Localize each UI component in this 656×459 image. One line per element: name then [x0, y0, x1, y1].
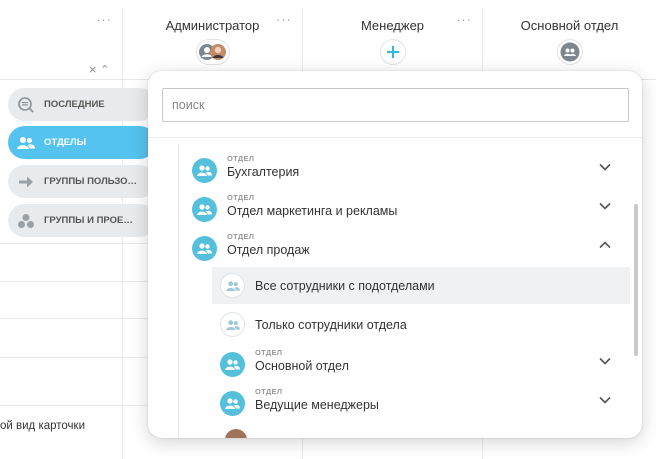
sidebar-item-label: ГРУППЫ ПОЛЬЗО…	[44, 176, 138, 187]
department-outline-icon	[220, 312, 245, 337]
sidebar-item-groups-projects[interactable]: ГРУППЫ И ПРОЕ…	[8, 204, 156, 237]
option-label: Только сотрудники отдела	[255, 318, 407, 332]
department-selector-popup: ОТДЕЛ Бухгалтерия ОТДЕЛ Отдел маркетинга…	[148, 71, 642, 438]
scrollbar[interactable]	[634, 204, 638, 356]
sidebar-item-departments[interactable]: ОТДЕЛЫ	[8, 126, 156, 159]
row-label: ой вид карточки	[0, 420, 86, 432]
item-name: Отдел продаж	[227, 243, 310, 257]
item-type: ОТДЕЛ	[255, 348, 283, 357]
item-name: Ведущие менеджеры	[255, 398, 379, 412]
sidebar-item-label: ОТДЕЛЫ	[44, 137, 87, 148]
people-icon	[16, 133, 36, 153]
sidebar-item-label: ГРУППЫ И ПРОЕ…	[44, 215, 133, 226]
group-dots-icon	[16, 211, 36, 231]
search-input[interactable]	[162, 88, 629, 122]
page: ··· ⨯ ⌃ Администратор ··· Менеджер ··· О…	[0, 0, 656, 459]
list-item-department[interactable]: ОТДЕЛ Ведущие менеджеры	[220, 385, 622, 421]
item-name: Отдел маркетинга и рекламы	[227, 204, 398, 218]
people-icon	[560, 42, 579, 62]
chevron-down-icon[interactable]	[598, 354, 612, 368]
column-title: Основной отдел	[520, 18, 619, 33]
item-type: ОТДЕЛ	[255, 387, 283, 396]
department-icon	[192, 236, 217, 261]
column-menu-icon[interactable]: ···	[456, 13, 472, 26]
list-item-option[interactable]: Все сотрудники с подотделами	[212, 267, 630, 304]
list-item-option[interactable]: Только сотрудники отдела	[212, 306, 630, 343]
item-type: ОТДЕЛ	[227, 193, 255, 202]
row-divider	[0, 405, 150, 406]
department-icon	[220, 352, 245, 377]
sidebar-item-recent[interactable]: ПОСЛЕДНИЕ	[8, 88, 156, 121]
column-menu-icon[interactable]: ···	[96, 13, 112, 26]
add-member-button[interactable]	[379, 39, 406, 65]
item-name: Основной отдел	[255, 359, 349, 373]
chevron-up-icon[interactable]	[598, 238, 612, 252]
department-icon	[220, 391, 245, 416]
row-divider	[0, 243, 150, 244]
arrow-right-icon	[16, 172, 36, 192]
item-name: Бухгалтерия	[227, 165, 300, 179]
list-item-department[interactable]: ОТДЕЛ Отдел продаж	[192, 230, 622, 266]
department-outline-icon	[220, 273, 245, 298]
tree-line	[178, 143, 179, 438]
option-label: Все сотрудники с подотделами	[255, 279, 435, 293]
department-icon	[192, 158, 217, 183]
sort-toggle-icon[interactable]: ⨯ ⌃	[88, 63, 110, 76]
row-divider	[0, 357, 150, 358]
department-icon	[192, 197, 217, 222]
department-avatar[interactable]	[556, 39, 583, 65]
chevron-down-icon[interactable]	[598, 160, 612, 174]
divider	[148, 137, 642, 138]
list-item-department[interactable]: ОТДЕЛ Основной отдел	[220, 346, 622, 382]
chevron-down-icon[interactable]	[598, 199, 612, 213]
row-divider	[0, 318, 150, 319]
list-item-department[interactable]: ОТДЕЛ Отдел маркетинга и рекламы	[192, 191, 622, 227]
item-type: ОТДЕЛ	[227, 154, 255, 163]
sidebar-item-label: ПОСЛЕДНИЕ	[44, 99, 105, 110]
list-item-department[interactable]: ОТДЕЛ Бухгалтерия	[192, 152, 622, 188]
avatar[interactable]	[195, 39, 230, 65]
chevron-down-icon[interactable]	[598, 393, 612, 407]
row-divider	[0, 281, 150, 282]
plus-icon	[386, 46, 399, 58]
item-type: ОТДЕЛ	[227, 232, 255, 241]
column-menu-icon[interactable]: ···	[276, 13, 292, 26]
recent-search-icon	[16, 95, 36, 115]
sidebar-item-user-groups[interactable]: ГРУППЫ ПОЛЬЗО…	[8, 165, 156, 198]
avatar[interactable]	[225, 429, 247, 438]
